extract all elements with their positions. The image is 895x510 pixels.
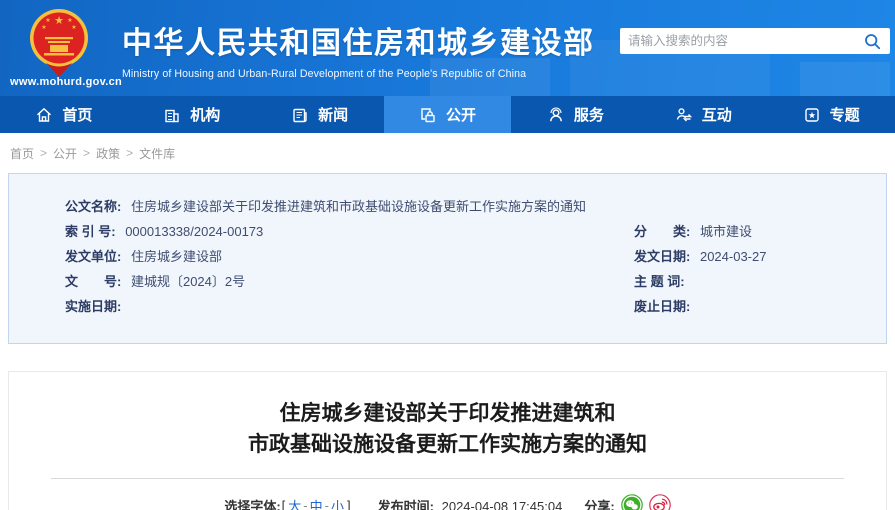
meta-subject-words: 主 题 词:: [634, 269, 886, 294]
publish-time-block: 发布时间: 2024-04-08 17:45:04: [378, 496, 563, 510]
nav-tab-label: 新闻: [318, 104, 348, 125]
meta-label: 废止日期:: [634, 299, 690, 314]
nav-tab-services[interactable]: 服务: [511, 96, 639, 133]
font-selector-dash: -: [303, 498, 307, 510]
breadcrumb-separator: >: [83, 146, 90, 160]
meta-implementation-date: 实施日期:: [9, 294, 634, 319]
breadcrumb-document-library[interactable]: 文件库: [139, 145, 175, 162]
wechat-icon[interactable]: [621, 494, 643, 510]
nav-tab-home[interactable]: 首页: [0, 96, 128, 133]
header-building-watermark: [800, 62, 890, 96]
breadcrumb-separator: >: [40, 146, 47, 160]
interaction-person-arrows-icon: [675, 106, 693, 124]
svg-text:★: ★: [54, 15, 64, 27]
weibo-icon[interactable]: [649, 494, 671, 510]
meta-issue-date: 发文日期: 2024-03-27: [634, 244, 886, 269]
home-icon: [35, 106, 53, 124]
meta-doc-number: 文 号: 建城规〔2024〕2号: [9, 269, 634, 294]
svg-text:★: ★: [71, 24, 76, 31]
meta-value: 城市建设: [700, 224, 752, 239]
font-size-large[interactable]: 大: [288, 496, 301, 510]
site-title-chinese: 中华人民共和国住房和城乡建设部: [122, 18, 595, 62]
meta-value: 000013338/2024-00173: [125, 224, 263, 239]
breadcrumb-disclosure[interactable]: 公开: [53, 145, 77, 162]
font-selector-bracket: [: [282, 498, 286, 510]
font-selector-label: 选择字体:: [224, 496, 280, 510]
magnifier-icon[interactable]: [862, 31, 882, 51]
national-emblem-logo: ★ ★ ★ ★ ★: [26, 7, 92, 77]
nav-tab-news[interactable]: 新闻: [256, 96, 384, 133]
meta-label: 分 类:: [634, 224, 690, 239]
meta-label: 文 号:: [65, 274, 121, 289]
news-icon: [291, 106, 309, 124]
article-title-line1: 住房城乡建设部关于印发推进建筑和: [9, 398, 886, 429]
nav-tab-label: 首页: [62, 104, 92, 125]
meta-label: 公文名称:: [65, 199, 121, 214]
nav-tab-organization[interactable]: 机构: [128, 96, 256, 133]
search-input[interactable]: [628, 34, 862, 48]
meta-label: 实施日期:: [65, 299, 121, 314]
nav-tab-label: 机构: [190, 104, 220, 125]
nav-tab-label: 公开: [446, 104, 476, 125]
meta-label: 发文单位:: [65, 249, 121, 264]
star-badge-icon: [803, 106, 821, 124]
breadcrumb-separator: >: [126, 146, 133, 160]
search-box: [620, 28, 890, 54]
svg-text:★: ★: [67, 17, 72, 24]
font-size-medium[interactable]: 中: [310, 496, 323, 510]
breadcrumb-policy[interactable]: 政策: [96, 145, 120, 162]
main-nav: 首页 机构 新闻 公开 服务: [0, 96, 895, 133]
meta-value: 建城规〔2024〕2号: [131, 274, 245, 289]
article-panel: 住房城乡建设部关于印发推进建筑和 市政基础设施设备更新工作实施方案的通知 选择字…: [8, 371, 887, 510]
font-selector-dash: -: [325, 498, 329, 510]
breadcrumb: 首页 > 公开 > 政策 > 文件库: [0, 133, 895, 173]
article-meta-bar: 选择字体: [ 大 - 中 - 小 ] 发布时间: 2024-04-08 17:…: [9, 494, 886, 510]
meta-doc-name: 公文名称: 住房城乡建设部关于印发推进建筑和市政基础设施设备更新工作实施方案的通…: [9, 194, 886, 219]
meta-value: 住房城乡建设部关于印发推进建筑和市政基础设施设备更新工作实施方案的通知: [131, 199, 586, 214]
nav-tab-label: 专题: [830, 104, 860, 125]
site-header: ★ ★ ★ ★ ★ www.mohurd.gov.cn 中华人民共和国住房和城乡…: [0, 0, 895, 96]
document-meta-panel: 公文名称: 住房城乡建设部关于印发推进建筑和市政基础设施设备更新工作实施方案的通…: [8, 173, 887, 344]
nav-tab-label: 互动: [702, 104, 732, 125]
site-url: www.mohurd.gov.cn: [10, 76, 122, 88]
font-size-small[interactable]: 小: [331, 496, 344, 510]
meta-label: 发文日期:: [634, 249, 690, 264]
meta-label: 索 引 号:: [65, 224, 116, 239]
article-title-line2: 市政基础设施设备更新工作实施方案的通知: [9, 429, 886, 460]
publish-time-value: 2024-04-08 17:45:04: [442, 499, 563, 510]
share-label: 分享:: [584, 496, 614, 510]
meta-category: 分 类: 城市建设: [634, 219, 886, 244]
nav-tab-disclosure[interactable]: 公开: [384, 96, 512, 133]
font-selector-bracket: ]: [347, 498, 351, 510]
service-person-icon: [547, 106, 565, 124]
meta-value: 2024-03-27: [700, 249, 767, 264]
title-divider: [51, 478, 844, 479]
share-block: 分享:: [584, 494, 670, 510]
meta-value: 住房城乡建设部: [131, 249, 222, 264]
nav-tab-topics[interactable]: 专题: [767, 96, 895, 133]
nav-tab-interaction[interactable]: 互动: [639, 96, 767, 133]
meta-issuing-unit: 发文单位: 住房城乡建设部: [9, 244, 634, 269]
disclosure-lock-icon: [419, 106, 437, 124]
breadcrumb-home[interactable]: 首页: [10, 145, 34, 162]
nav-tab-label: 服务: [574, 104, 604, 125]
svg-text:★: ★: [45, 17, 50, 24]
svg-text:★: ★: [41, 24, 46, 31]
meta-repeal-date: 废止日期:: [634, 294, 886, 319]
meta-label: 主 题 词:: [634, 274, 685, 289]
article-title: 住房城乡建设部关于印发推进建筑和 市政基础设施设备更新工作实施方案的通知: [9, 398, 886, 460]
meta-index-number: 索 引 号: 000013338/2024-00173: [9, 219, 634, 244]
site-title-english: Ministry of Housing and Urban-Rural Deve…: [122, 68, 595, 80]
organization-icon: [163, 106, 181, 124]
publish-time-label: 发布时间:: [378, 499, 434, 510]
